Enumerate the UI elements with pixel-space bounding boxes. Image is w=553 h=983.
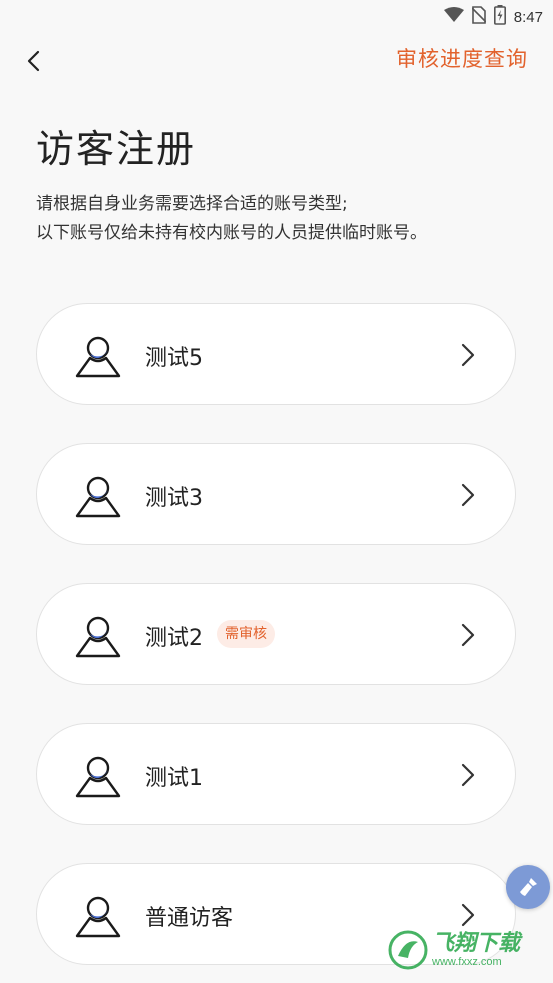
no-sim-icon [471, 6, 487, 28]
account-type-label: 测试1 [145, 766, 203, 791]
account-type-card-1[interactable]: 测试5 [36, 303, 516, 405]
user-icon [75, 476, 121, 518]
back-button[interactable] [18, 46, 48, 76]
account-type-card-4[interactable]: 测试1 [36, 723, 516, 825]
broom-icon [520, 878, 537, 896]
chevron-left-icon [27, 50, 40, 72]
user-icon [75, 756, 121, 798]
watermark-text: 飞翔下载 www.fxxz.com [432, 930, 521, 968]
account-type-label: 测试2 [145, 626, 203, 651]
floating-clean-button[interactable] [506, 865, 550, 909]
account-type-card-3[interactable]: 测试2 需审核 [36, 583, 516, 685]
watermark-url: www.fxxz.com [432, 955, 502, 968]
fxxz-logo-icon [388, 930, 428, 970]
subtitle-line-2: 以下账号仅给未持有校内账号的人员提供临时账号。 [36, 223, 427, 243]
account-type-label: 测试5 [145, 346, 203, 371]
status-icons: 8:47 [443, 5, 543, 29]
page-subtitle: 请根据自身业务需要选择合适的账号类型; 以下账号仅给未持有校内账号的人员提供临时… [36, 190, 427, 248]
account-type-label: 测试3 [145, 486, 203, 511]
status-time: 8:47 [513, 8, 543, 26]
chevron-right-icon [461, 483, 475, 507]
chevron-right-icon [461, 903, 475, 927]
review-progress-link[interactable]: 审核进度查询 [396, 43, 528, 73]
user-icon [75, 616, 121, 658]
watermark: 飞翔下载 www.fxxz.com [388, 926, 548, 974]
user-icon [75, 896, 121, 938]
chevron-right-icon [461, 763, 475, 787]
chevron-right-icon [461, 343, 475, 367]
page-title: 访客注册 [36, 127, 197, 171]
battery-icon [493, 5, 506, 29]
user-icon [75, 336, 121, 378]
account-type-card-2[interactable]: 测试3 [36, 443, 516, 545]
chevron-right-icon [461, 623, 475, 647]
account-type-label: 普通访客 [145, 906, 234, 931]
subtitle-line-1: 请根据自身业务需要选择合适的账号类型; [36, 194, 348, 214]
review-required-badge: 需审核 [217, 620, 275, 648]
status-bar: 8:47 [0, 0, 553, 30]
wifi-icon [443, 7, 464, 27]
watermark-main: 飞翔下载 [432, 930, 521, 956]
